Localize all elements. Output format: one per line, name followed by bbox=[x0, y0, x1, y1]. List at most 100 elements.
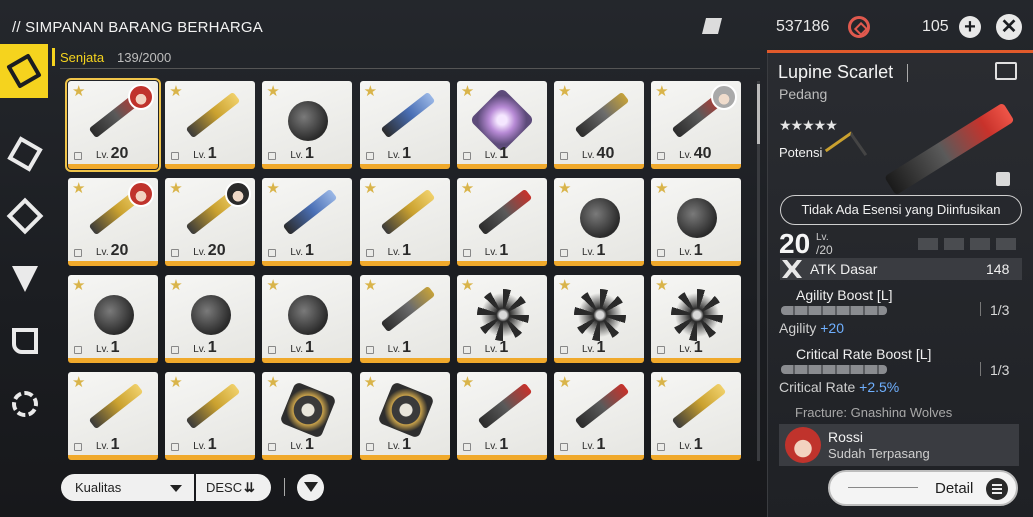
lock-icon bbox=[657, 249, 666, 257]
rarity-star-icon: ★ bbox=[363, 374, 378, 391]
filter-button[interactable] bbox=[297, 474, 324, 501]
lock-icon bbox=[559, 346, 568, 354]
sort-dropdown[interactable]: Kualitas bbox=[61, 474, 194, 501]
weapon-card[interactable]: ★ Lv. 1 bbox=[553, 178, 644, 266]
lock-icon bbox=[268, 152, 277, 160]
weapon-card[interactable]: ★ Lv. 1 bbox=[359, 275, 450, 363]
level-value: 1 bbox=[596, 242, 606, 259]
weapon-card[interactable]: ★ Lv. 40 bbox=[553, 81, 644, 169]
weapon-card[interactable]: ★ Lv. 1 bbox=[262, 81, 353, 169]
rarity-star-icon: ★ bbox=[655, 83, 669, 100]
level-prefix: Lv. bbox=[96, 344, 109, 355]
weapon-level: Lv. 1 bbox=[193, 339, 217, 357]
rarity-star-icon: ★ bbox=[169, 83, 183, 100]
level-prefix: Lv. bbox=[193, 441, 206, 452]
category-label: Senjata bbox=[60, 50, 105, 65]
weapon-card[interactable]: ★ Lv. 1 bbox=[553, 275, 644, 363]
weapon-card[interactable]: ★ Lv. 20 bbox=[68, 178, 158, 266]
level-prefix: Lv. bbox=[679, 150, 692, 161]
weapon-level: Lv. 1 bbox=[485, 436, 509, 454]
lock-icon bbox=[559, 152, 568, 160]
weapon-card[interactable]: ★ Lv. 1 bbox=[165, 81, 256, 169]
credit-icon bbox=[702, 18, 722, 34]
rarity-star-icon: ★ bbox=[557, 180, 572, 197]
weapon-level: Lv. 1 bbox=[679, 339, 703, 357]
sidebar-item-special[interactable] bbox=[0, 377, 50, 431]
level-value: 1 bbox=[110, 339, 120, 356]
level-prefix: Lv. bbox=[96, 441, 109, 452]
rarity-star-icon: ★ bbox=[460, 277, 475, 294]
weapon-card[interactable]: ★ Lv. 1 bbox=[165, 275, 256, 363]
equipped-character-avatar bbox=[225, 181, 252, 207]
lock-icon bbox=[171, 346, 180, 354]
skill-2-title: Critical Rate Boost [L] bbox=[796, 346, 932, 362]
level-prefix: Lv. bbox=[290, 247, 303, 258]
close-button[interactable]: ✕ bbox=[996, 14, 1022, 40]
weapon-card[interactable]: ★ Lv. 1 bbox=[68, 372, 158, 460]
weapon-card[interactable]: ★ Lv. 40 bbox=[651, 81, 742, 169]
equipped-character-avatar bbox=[128, 84, 154, 110]
sort-order-button[interactable]: DESC ⇊ bbox=[196, 474, 271, 501]
weapon-thumbnail bbox=[88, 382, 144, 430]
weapon-level: Lv. 1 bbox=[290, 145, 314, 163]
add-currency-button[interactable]: + bbox=[959, 16, 981, 38]
weapon-level: Lv. 40 bbox=[679, 145, 711, 163]
weapon-thumbnail bbox=[477, 188, 533, 236]
tune-progress bbox=[918, 238, 1016, 250]
weapon-card[interactable]: ★ Lv. 20 bbox=[65, 78, 161, 172]
sidebar-item-quest-item[interactable] bbox=[0, 314, 50, 368]
weapon-card[interactable]: ★ Lv. 1 bbox=[262, 178, 353, 266]
weapon-card[interactable]: ★ Lv. 1 bbox=[359, 81, 450, 169]
rarity-star-icon: ★ bbox=[363, 83, 378, 100]
weapon-level: Lv. 1 bbox=[582, 242, 606, 260]
rarity-star-icon: ★ bbox=[266, 83, 280, 100]
weapon-card[interactable]: ★ Lv. 1 bbox=[456, 81, 547, 169]
esensi-button[interactable]: Tidak Ada Esensi yang Diinfusikan bbox=[780, 195, 1022, 225]
lock-icon bbox=[657, 346, 666, 354]
weapon-card[interactable]: ★ Lv. 1 bbox=[456, 275, 547, 363]
sidebar-item-weapon[interactable] bbox=[0, 44, 48, 98]
level-value: 1 bbox=[499, 242, 509, 259]
astrite-icon bbox=[848, 16, 870, 38]
weapon-card[interactable]: ★ Lv. 1 bbox=[651, 372, 742, 460]
sidebar-item-echo[interactable] bbox=[0, 127, 50, 181]
weapon-card[interactable]: ★ Lv. 1 bbox=[651, 275, 742, 363]
level-prefix: Lv. bbox=[193, 344, 206, 355]
level-prefix: Lv. bbox=[484, 344, 498, 355]
weapon-level: Lv. 1 bbox=[485, 242, 509, 260]
weapon-level: Lv. 20 bbox=[193, 242, 225, 260]
weapon-thumbnail bbox=[380, 91, 435, 139]
weapon-card[interactable]: ★ Lv. 1 bbox=[359, 372, 450, 460]
level-value: 1 bbox=[304, 145, 314, 162]
lock-icon bbox=[462, 443, 471, 451]
level-prefix: Lv. bbox=[387, 344, 401, 355]
lock-icon bbox=[268, 346, 277, 354]
sort-desc-icon: ⇊ bbox=[244, 480, 255, 495]
weapon-card[interactable]: ★ Lv. 1 bbox=[651, 178, 742, 266]
weapon-card[interactable]: ★ Lv. 1 bbox=[262, 372, 353, 460]
weapon-card[interactable]: ★ Lv. 1 bbox=[165, 372, 256, 460]
sidebar-item-resource[interactable] bbox=[0, 252, 50, 306]
weapon-level: Lv. 1 bbox=[290, 436, 314, 454]
weapon-card[interactable]: ★ Lv. 1 bbox=[553, 372, 644, 460]
level-prefix: Lv. bbox=[484, 247, 498, 258]
lock-icon[interactable] bbox=[996, 172, 1010, 186]
skill-1-stat-name: Agility bbox=[779, 320, 817, 336]
weapon-card[interactable]: ★ Lv. 1 bbox=[68, 275, 158, 363]
rarity-star-icon: ★ bbox=[557, 374, 572, 391]
compare-icon[interactable] bbox=[995, 62, 1017, 80]
scrollbar-thumb[interactable] bbox=[757, 84, 760, 144]
weapon-thumbnail bbox=[288, 101, 329, 141]
weapon-card[interactable]: ★ Lv. 1 bbox=[262, 275, 353, 363]
weapon-thumbnail bbox=[573, 289, 626, 341]
lock-icon bbox=[74, 249, 82, 257]
weapon-thumbnail bbox=[476, 289, 529, 341]
weapon-card[interactable]: ★ Lv. 1 bbox=[456, 178, 547, 266]
sidebar-item-supply[interactable] bbox=[0, 189, 50, 243]
lock-icon bbox=[74, 152, 82, 160]
weapon-card[interactable]: ★ Lv. 1 bbox=[359, 178, 450, 266]
weapon-card[interactable]: ★ Lv. 1 bbox=[456, 372, 547, 460]
weapon-card[interactable]: ★ Lv. 20 bbox=[165, 178, 256, 266]
top-bar: // SIMPANAN BARANG BERHARGA 537186 105 +… bbox=[0, 0, 1033, 52]
inventory-grid: ★ Lv. 20 ★ Lv. 1 ★ Lv. 1 ★ Lv. 1 ★ Lv. 1 ★ Lv. 40 ★ Lv. 40 ★ L… bbox=[65, 78, 748, 460]
